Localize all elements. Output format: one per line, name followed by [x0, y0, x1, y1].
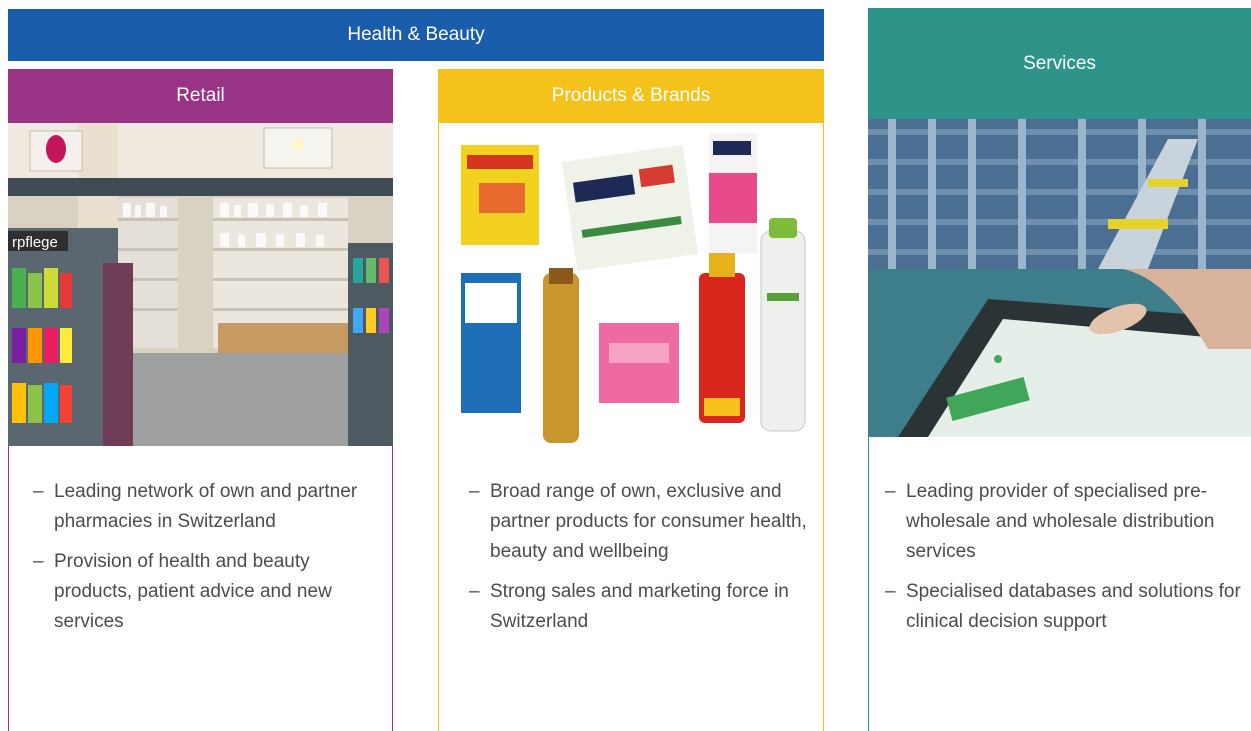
products-bullet-2: Strong sales and marketing force in Swit… — [469, 577, 809, 637]
retail-title: Retail — [176, 85, 225, 106]
svg-text:rpflege: rpflege — [12, 234, 58, 251]
retail-header: Retail — [8, 69, 393, 123]
products-brands-header: Products & Brands — [438, 69, 824, 123]
services-title: Services — [1023, 52, 1096, 74]
retail-bullet-list: Leading network of own and partner pharm… — [33, 477, 373, 647]
retail-bullet-1: Leading network of own and partner pharm… — [33, 477, 373, 537]
retail-column: Retail rpflege – Leading network of own … — [8, 69, 393, 731]
products-brands-column: Products & Brands – Broad range of own, … — [438, 69, 824, 731]
products-bullet-list: Broad range of own, exclusive and partne… — [469, 477, 809, 647]
services-column: Leading provider of specialised pre-whol… — [868, 119, 1251, 731]
pharmacy-interior-photo: rpflege — [8, 123, 393, 446]
health-beauty-title: Health & Beauty — [347, 24, 485, 45]
products-brands-title: Products & Brands — [551, 85, 711, 106]
health-beauty-banner: Health & Beauty — [8, 9, 824, 61]
services-bullet-1: Leading provider of specialised pre-whol… — [885, 477, 1245, 567]
product-packages-photo — [439, 123, 823, 446]
services-bullet-2: Specialised databases and solutions for … — [885, 577, 1245, 637]
products-bullet-1: Broad range of own, exclusive and partne… — [469, 477, 809, 567]
services-banner: Services — [868, 8, 1251, 119]
retail-bullet-2: Provision of health and beauty products,… — [33, 547, 373, 637]
services-bullet-list: Leading provider of specialised pre-whol… — [885, 477, 1245, 647]
warehouse-tablet-photo — [868, 119, 1251, 437]
